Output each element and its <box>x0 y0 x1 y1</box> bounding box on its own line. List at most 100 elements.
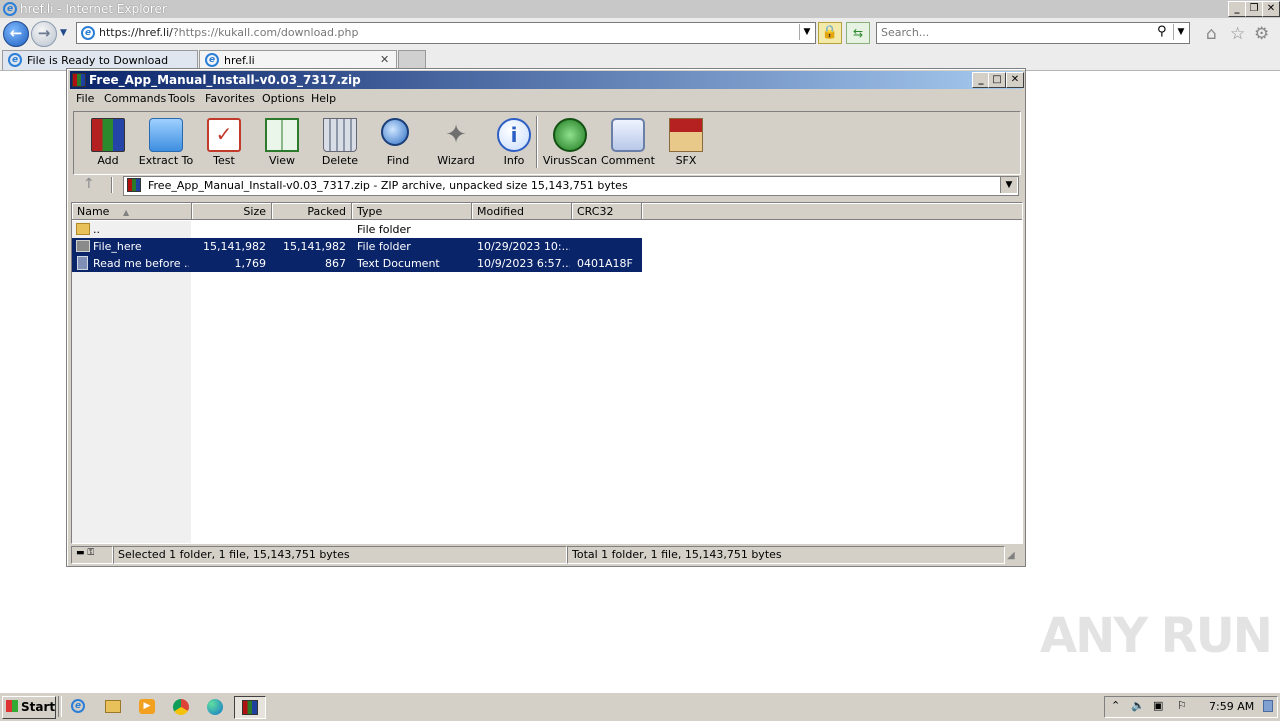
column-header-modified[interactable]: Modified <box>472 203 572 220</box>
column-header-name[interactable]: Name ▲ <box>72 203 192 220</box>
minimize-button[interactable]: _ <box>1228 1 1246 17</box>
menu-commands[interactable]: Commands <box>104 92 166 105</box>
tab-close-icon[interactable]: ✕ <box>380 53 389 66</box>
column-header-type[interactable]: Type <box>352 203 472 220</box>
winrar-window-title: Free_App_Manual_Install-v0.03_7317.zip <box>89 73 361 87</box>
list-item-parent[interactable]: .. File folder <box>72 221 642 238</box>
up-folder-icon[interactable]: ↑ <box>83 176 95 192</box>
media-player-icon: ▶ <box>139 699 155 714</box>
history-dropdown-icon[interactable]: ▼ <box>60 28 67 38</box>
winrar-maximize-button[interactable]: □ <box>988 72 1006 88</box>
view-button[interactable]: View <box>253 112 311 172</box>
status-drive-icons[interactable]: ▬ ⚿ <box>71 546 113 564</box>
menu-file[interactable]: File <box>76 92 94 105</box>
taskbar-chrome-button[interactable] <box>166 696 196 717</box>
forward-button[interactable]: → <box>31 21 57 47</box>
address-bar[interactable]: e https://href.li/?https://kukall.com/do… <box>76 22 816 44</box>
address-dropdown-icon[interactable]: ▼ <box>799 24 814 40</box>
cell-name: File_here <box>93 240 142 253</box>
explorer-folder-icon <box>105 700 121 713</box>
tab-label: File is Ready to Download <box>27 54 169 67</box>
tray-expand-icon[interactable]: ⌃ <box>1111 699 1120 712</box>
cell-packed: 867 <box>325 257 346 270</box>
resize-grip-icon[interactable]: ◢ <box>1007 550 1015 561</box>
cell-size: 15,141,982 <box>203 240 266 253</box>
status-total-text: Total 1 folder, 1 file, 15,143,751 bytes <box>572 548 782 561</box>
lock-icon[interactable]: 🔒 <box>818 22 842 44</box>
flag-icon[interactable]: ⚐ <box>1177 699 1187 712</box>
cell-modified: 10/29/2023 10:... <box>477 240 570 253</box>
find-button[interactable]: Find <box>369 112 427 172</box>
menu-favorites[interactable]: Favorites <box>205 92 255 105</box>
tab-file-ready[interactable]: e File is Ready to Download <box>2 50 198 70</box>
extract-to-button[interactable]: Extract To <box>137 112 195 172</box>
status-selected-text: Selected 1 folder, 1 file, 15,143,751 by… <box>118 548 350 561</box>
text-document-icon <box>77 256 88 270</box>
home-icon[interactable]: ⌂ <box>1206 24 1217 44</box>
winrar-menu-bar: File Commands Tools Favorites Options He… <box>70 89 1022 109</box>
clipboard-check-icon: ✓ <box>207 118 241 152</box>
cell-type: Text Document <box>357 257 440 270</box>
taskbar-winrar-button[interactable] <box>234 696 266 719</box>
page-ie-icon: e <box>81 26 95 40</box>
taskbar: Start e ▶ ⌃ 🔈 ▣ ⚐ 7:59 AM <box>0 692 1280 721</box>
file-list: Name ▲ Size Packed Type Modified CRC32 .… <box>71 202 1023 544</box>
cell-type: File folder <box>357 223 411 236</box>
close-button[interactable]: ✕ <box>1262 1 1280 17</box>
path-dropdown-icon[interactable]: ▼ <box>1000 177 1017 193</box>
test-button[interactable]: ✓ Test <box>195 112 253 172</box>
taskbar-media-button[interactable]: ▶ <box>132 696 162 717</box>
virusscan-button[interactable]: VirusScan <box>541 112 599 172</box>
sfx-label: SFX <box>675 154 697 167</box>
winrar-status-bar: ▬ ⚿ Selected 1 folder, 1 file, 15,143,75… <box>71 546 1021 564</box>
favorites-star-icon[interactable]: ☆ <box>1230 24 1245 44</box>
winrar-close-button[interactable]: ✕ <box>1006 72 1024 88</box>
delete-button[interactable]: Delete <box>311 112 369 172</box>
menu-help[interactable]: Help <box>311 92 336 105</box>
column-header-crc32[interactable]: CRC32 <box>572 203 642 220</box>
cell-name: Read me before ... <box>93 257 189 270</box>
column-header-packed[interactable]: Packed <box>272 203 352 220</box>
path-combo[interactable]: Free_App_Manual_Install-v0.03_7317.zip -… <box>123 176 1019 196</box>
edge-icon <box>207 699 223 715</box>
taskbar-ie-button[interactable]: e <box>64 696 94 717</box>
tab-href-li[interactable]: e href.li ✕ <box>199 50 397 70</box>
menu-tools[interactable]: Tools <box>168 92 195 105</box>
ie-icon: e <box>71 699 85 713</box>
menu-options[interactable]: Options <box>262 92 304 105</box>
wizard-button[interactable]: ✦ Wizard <box>427 112 485 172</box>
winrar-title-bar: Free_App_Manual_Install-v0.03_7317.zip _… <box>70 71 1024 89</box>
network-icon[interactable]: ▣ <box>1153 699 1163 712</box>
cell-name: .. <box>93 223 100 236</box>
comment-icon <box>611 118 645 152</box>
refresh-icon[interactable]: ⇆ <box>846 22 870 44</box>
tab-ie-icon: e <box>8 53 22 67</box>
winrar-taskbar-icon <box>242 700 258 715</box>
new-tab-button[interactable] <box>398 50 426 70</box>
taskbar-edge-button[interactable] <box>200 696 230 717</box>
cell-modified: 10/9/2023 6:57... <box>477 257 570 270</box>
list-item-file-here[interactable]: File_here 15,141,982 15,141,982 File fol… <box>72 238 642 255</box>
start-button[interactable]: Start <box>2 696 56 719</box>
taskbar-explorer-button[interactable] <box>98 696 128 717</box>
volume-icon[interactable]: 🔈 <box>1131 699 1145 712</box>
list-item-readme[interactable]: Read me before ... 1,769 867 Text Docume… <box>72 255 642 272</box>
winrar-toolbar: Add Extract To ✓ Test View Delete Find ✦… <box>73 111 1021 175</box>
sfx-button[interactable]: SFX <box>657 112 715 172</box>
browser-window-title: href.li - Internet Explorer <box>20 2 167 16</box>
comment-button[interactable]: Comment <box>599 112 657 172</box>
restore-button[interactable]: ❐ <box>1245 1 1263 17</box>
windows-logo-icon <box>6 700 18 712</box>
search-input[interactable]: Search... <box>881 26 929 39</box>
anyrun-watermark: ANY RUN <box>1040 608 1273 664</box>
search-icon[interactable]: ⚲ <box>1157 24 1167 39</box>
column-header-size[interactable]: Size <box>192 203 272 220</box>
search-box[interactable]: Search... ⚲ ▼ <box>876 22 1190 44</box>
add-button[interactable]: Add <box>79 112 137 172</box>
back-button[interactable]: ← <box>3 21 29 47</box>
gear-icon[interactable]: ⚙ <box>1254 24 1269 44</box>
clock[interactable]: 7:59 AM <box>1209 700 1254 713</box>
cell-type: File folder <box>357 240 411 253</box>
show-desktop-icon[interactable] <box>1263 700 1273 712</box>
search-dropdown-icon[interactable]: ▼ <box>1173 24 1188 40</box>
